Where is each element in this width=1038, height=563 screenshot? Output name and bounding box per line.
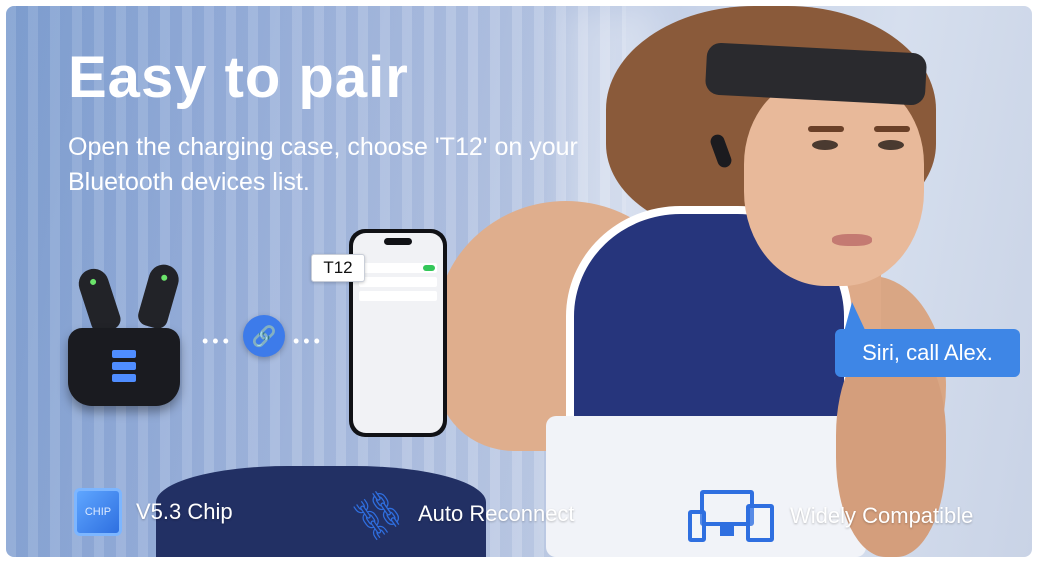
chip-icon: CHIP: [74, 488, 122, 536]
subtitle: Open the charging case, choose 'T12' on …: [68, 133, 578, 196]
product-banner: Easy to pair Open the charging case, cho…: [6, 6, 1032, 557]
athlete-eye-left: [812, 140, 838, 150]
phone-screen: [353, 233, 443, 433]
link-icon: 🔗: [243, 315, 285, 357]
athlete-brow-right: [874, 126, 910, 132]
speech-bubble: Siri, call Alex.: [835, 329, 1020, 377]
case-battery-display: [112, 346, 136, 390]
athlete-face: [744, 76, 924, 286]
device-name-label: T12: [311, 254, 365, 282]
devices-icon: [688, 488, 776, 544]
connection-dots-right: •••: [293, 331, 324, 351]
feature-label: V5.3 Chip: [136, 499, 233, 524]
speech-bubble-tail: [844, 302, 866, 332]
chain-link-icon: ⛓: [344, 481, 412, 547]
feature-widely-compatible: Widely Compatible: [688, 488, 973, 544]
feature-label: Auto Reconnect: [418, 501, 575, 526]
bluetooth-toggle-row: [359, 263, 437, 273]
athlete-eye-right: [878, 140, 904, 150]
athlete-lips: [832, 234, 872, 246]
athlete-brow-left: [808, 126, 844, 132]
connection-dots-left: •••: [202, 331, 233, 351]
earbud-led: [160, 274, 168, 282]
feature-chip: CHIP V5.3 Chip: [74, 488, 233, 536]
charging-case: [68, 328, 180, 406]
device-row: [359, 277, 437, 287]
monitor-stand: [720, 526, 734, 536]
headline: Easy to pair: [68, 45, 409, 110]
phone-notch: [384, 238, 412, 245]
bluetooth-toggle: [423, 265, 435, 271]
feature-label: Widely Compatible: [790, 503, 974, 528]
tablet-icon: [746, 504, 774, 542]
earbud-led: [89, 278, 97, 286]
feature-auto-reconnect: ⛓ Auto Reconnect: [345, 482, 575, 547]
device-row: [359, 291, 437, 301]
phone-icon: [688, 510, 706, 542]
